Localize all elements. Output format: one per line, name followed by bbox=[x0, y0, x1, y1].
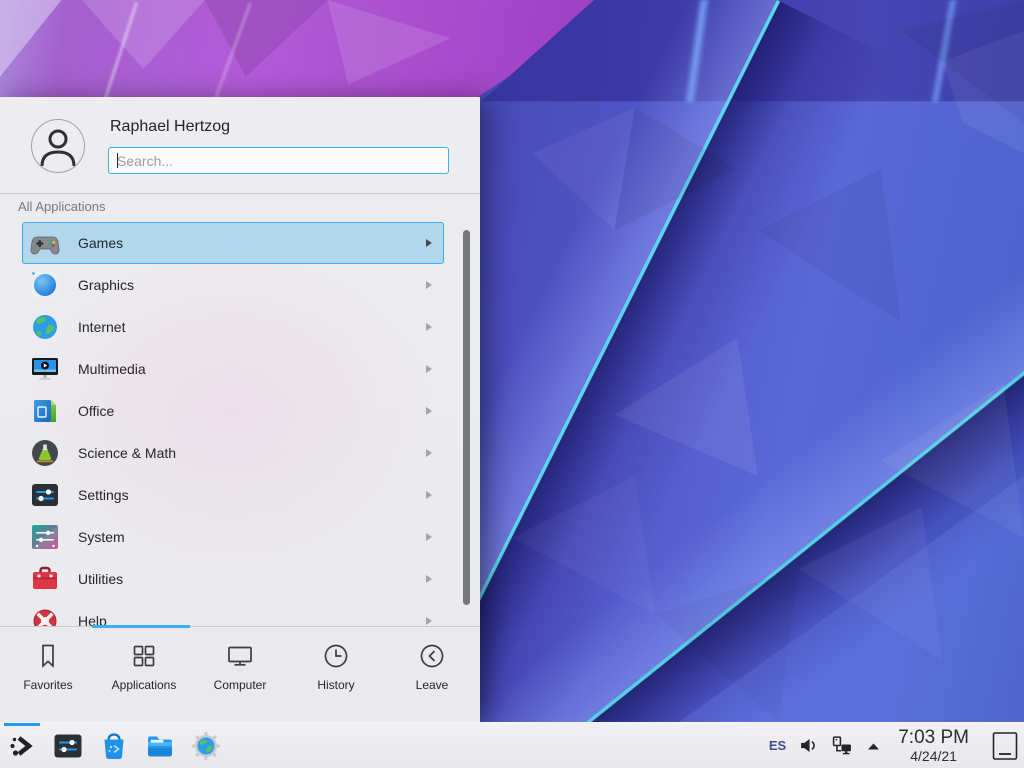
konqueror-globe-icon bbox=[190, 730, 222, 762]
tab-label: History bbox=[317, 678, 354, 692]
category-row-settings[interactable]: Settings bbox=[22, 474, 444, 516]
category-label: Utilities bbox=[78, 571, 123, 587]
system-tray: ES 7:03 PM bbox=[769, 728, 1024, 763]
category-label: Science & Math bbox=[78, 445, 176, 461]
tab-leave[interactable]: Leave bbox=[384, 627, 480, 722]
application-category-list: Games Graphics bbox=[0, 222, 480, 626]
monitor-play-icon bbox=[29, 353, 61, 385]
tab-computer[interactable]: Computer bbox=[192, 627, 288, 722]
discover-bag-icon bbox=[98, 730, 130, 762]
toolbox-icon bbox=[29, 563, 61, 595]
flask-icon bbox=[29, 437, 61, 469]
category-row-internet[interactable]: Internet bbox=[22, 306, 444, 348]
active-tab-indicator bbox=[92, 625, 190, 628]
volume-icon[interactable] bbox=[799, 736, 818, 755]
scrollbar[interactable] bbox=[463, 230, 470, 605]
show-desktop-button[interactable] bbox=[992, 731, 1018, 761]
category-row-science-math[interactable]: Science & Math bbox=[22, 432, 444, 474]
globe-icon bbox=[29, 311, 61, 343]
active-task-indicator bbox=[4, 723, 40, 726]
dolphin-folder-icon bbox=[144, 730, 176, 762]
launcher-tab-bar: Favorites Applications Computer Hist bbox=[0, 627, 480, 722]
category-label: Graphics bbox=[78, 277, 134, 293]
submenu-arrow-icon bbox=[425, 406, 433, 416]
category-row-multimedia[interactable]: Multimedia bbox=[22, 348, 444, 390]
category-row-office[interactable]: Office bbox=[22, 390, 444, 432]
application-launcher-button[interactable] bbox=[6, 730, 38, 762]
category-row-utilities[interactable]: Utilities bbox=[22, 558, 444, 600]
tab-label: Computer bbox=[214, 678, 267, 692]
clock-icon bbox=[321, 641, 351, 671]
tray-expander-caret-icon[interactable] bbox=[866, 741, 881, 751]
application-launcher-popup: Raphael Hertzog All Applications Games bbox=[0, 97, 480, 722]
system-settings-button[interactable] bbox=[52, 730, 84, 762]
section-label: All Applications bbox=[18, 199, 105, 214]
category-row-system[interactable]: System bbox=[22, 516, 444, 558]
digital-clock[interactable]: 7:03 PM 4/24/21 bbox=[898, 728, 969, 763]
category-row-games[interactable]: Games bbox=[22, 222, 444, 264]
category-label: Games bbox=[78, 235, 123, 251]
tab-favorites[interactable]: Favorites bbox=[0, 627, 96, 722]
lifebuoy-icon bbox=[29, 605, 61, 626]
clock-time: 7:03 PM bbox=[898, 728, 969, 747]
document-icon bbox=[29, 395, 61, 427]
tab-label: Favorites bbox=[23, 678, 72, 692]
user-icon bbox=[32, 120, 84, 172]
submenu-arrow-icon bbox=[425, 322, 433, 332]
clock-date: 4/24/21 bbox=[898, 749, 969, 763]
submenu-arrow-icon bbox=[425, 616, 433, 626]
tab-label: Leave bbox=[416, 678, 449, 692]
wired-network-icon[interactable] bbox=[831, 735, 853, 756]
kde-kickoff-icon bbox=[6, 730, 38, 762]
search-input[interactable] bbox=[108, 147, 449, 174]
submenu-arrow-icon bbox=[425, 280, 433, 290]
category-label: Multimedia bbox=[78, 361, 146, 377]
category-label: System bbox=[78, 529, 125, 545]
user-avatar bbox=[31, 119, 85, 173]
discover-button[interactable] bbox=[98, 730, 130, 762]
gamepad-icon bbox=[29, 227, 61, 259]
submenu-arrow-icon bbox=[425, 574, 433, 584]
tab-label: Applications bbox=[112, 678, 177, 692]
category-label: Settings bbox=[78, 487, 129, 503]
divider bbox=[0, 193, 480, 194]
submenu-arrow-icon bbox=[425, 238, 433, 248]
category-label: Internet bbox=[78, 319, 125, 335]
system-settings-icon bbox=[52, 730, 84, 762]
category-row-help[interactable]: Help bbox=[22, 600, 444, 626]
bookmark-icon bbox=[33, 641, 63, 671]
web-browser-button[interactable] bbox=[190, 730, 222, 762]
tab-applications[interactable]: Applications bbox=[96, 627, 192, 722]
grid-icon bbox=[129, 641, 159, 671]
tab-history[interactable]: History bbox=[288, 627, 384, 722]
sliders-icon bbox=[29, 479, 61, 511]
text-caret bbox=[117, 153, 118, 168]
taskbar-panel: ES 7:03 PM bbox=[0, 722, 1024, 768]
system-sliders-icon bbox=[29, 521, 61, 553]
category-label: Office bbox=[78, 403, 114, 419]
taskbar-launchers bbox=[0, 730, 222, 762]
submenu-arrow-icon bbox=[425, 490, 433, 500]
category-row-graphics[interactable]: Graphics bbox=[22, 264, 444, 306]
submenu-arrow-icon bbox=[425, 532, 433, 542]
leave-icon bbox=[417, 641, 447, 671]
user-name: Raphael Hertzog bbox=[110, 118, 230, 136]
desktop: Raphael Hertzog All Applications Games bbox=[0, 0, 1024, 768]
keyboard-layout-indicator[interactable]: ES bbox=[769, 738, 786, 753]
submenu-arrow-icon bbox=[425, 364, 433, 374]
submenu-arrow-icon bbox=[425, 448, 433, 458]
sphere-icon bbox=[29, 269, 61, 301]
computer-icon bbox=[225, 641, 255, 671]
file-manager-button[interactable] bbox=[144, 730, 176, 762]
show-desktop-icon bbox=[992, 731, 1018, 761]
